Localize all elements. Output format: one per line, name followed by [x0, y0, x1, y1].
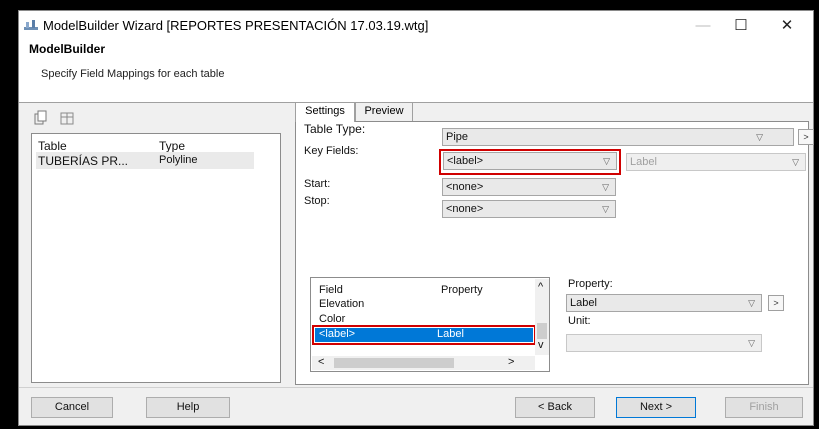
key-fields-property-combo[interactable]: Label ▽ — [626, 153, 806, 171]
chevron-down-icon: ▽ — [748, 298, 755, 308]
chevron-down-icon: ▽ — [748, 338, 755, 348]
list-item[interactable]: Elevation — [319, 298, 364, 310]
bottom-divider — [19, 387, 813, 388]
next-button[interactable]: Next > — [616, 397, 696, 418]
vertical-scrollbar[interactable]: ^ v — [535, 279, 549, 355]
table-name-cell: TUBERÍAS PR... — [38, 154, 129, 168]
scroll-up-button[interactable]: ^ — [538, 281, 543, 293]
wizard-window: ModelBuilder Wizard [REPORTES PRESENTACI… — [18, 10, 814, 426]
unit-label: Unit: — [568, 315, 591, 327]
table-type-label: Table Type: — [304, 122, 366, 136]
header-title: ModelBuilder — [29, 42, 106, 56]
scroll-left-button[interactable]: < — [318, 356, 324, 368]
horizontal-scroll-thumb[interactable] — [334, 358, 454, 368]
chevron-down-icon: ▽ — [756, 132, 763, 142]
minimize-button[interactable]: — — [683, 15, 723, 37]
chevron-down-icon: ▽ — [792, 157, 799, 167]
chevron-down-icon: ▽ — [602, 204, 609, 214]
table-row[interactable]: TUBERÍAS PR... Polyline — [36, 152, 254, 169]
table-type-more-button[interactable]: > — [798, 129, 814, 145]
stop-combo[interactable]: <none> ▽ — [442, 200, 616, 218]
stop-label: Stop: — [304, 195, 330, 207]
column-header-field[interactable]: Field — [319, 284, 343, 296]
close-button[interactable]: ✕ — [767, 15, 807, 37]
tables-list[interactable]: Table Type TUBERÍAS PR... Polyline — [31, 133, 281, 383]
start-value: <none> — [446, 181, 484, 193]
table-type-cell: Polyline — [159, 154, 198, 166]
wizard-header: ModelBuilder Specify Field Mappings for … — [19, 41, 813, 103]
vertical-scroll-thumb[interactable] — [537, 323, 547, 339]
chevron-down-icon: ▽ — [603, 156, 610, 166]
back-button[interactable]: < Back — [515, 397, 595, 418]
property-combo[interactable]: Label ▽ — [566, 294, 762, 312]
property-more-button[interactable]: > — [768, 295, 784, 311]
start-combo[interactable]: <none> ▽ — [442, 178, 616, 196]
tab-settings[interactable]: Settings — [295, 102, 355, 122]
scroll-right-button[interactable]: > — [508, 356, 514, 368]
list-item[interactable]: Color — [319, 313, 345, 325]
tab-preview[interactable]: Preview — [355, 102, 413, 121]
header-subtitle: Specify Field Mappings for each table — [41, 68, 225, 80]
scroll-down-button[interactable]: v — [538, 339, 544, 351]
copy-icon[interactable] — [33, 110, 49, 126]
help-button[interactable]: Help — [146, 397, 230, 418]
column-header-type[interactable]: Type — [159, 139, 185, 153]
column-header-table[interactable]: Table — [38, 139, 67, 153]
key-fields-combo[interactable]: <label> ▽ — [443, 152, 617, 170]
key-fields-property-value: Label — [630, 156, 657, 168]
table-type-value: Pipe — [446, 131, 469, 143]
stop-value: <none> — [446, 203, 484, 215]
settings-panel: Table Type: Pipe ▽ > Key Fields: <label>… — [295, 121, 814, 385]
app-icon — [23, 18, 39, 34]
maximize-button[interactable]: ☐ — [721, 15, 761, 37]
column-header-property[interactable]: Property — [441, 284, 483, 296]
table-icon[interactable] — [59, 110, 75, 126]
property-value: Label — [570, 297, 597, 309]
horizontal-scrollbar[interactable]: < > — [312, 356, 535, 370]
key-fields-value: <label> — [447, 155, 484, 167]
selected-row-highlight — [312, 325, 536, 345]
property-label: Property: — [568, 278, 613, 290]
window-title: ModelBuilder Wizard [REPORTES PRESENTACI… — [43, 18, 429, 33]
chevron-down-icon: ▽ — [602, 182, 609, 192]
table-type-combo[interactable]: Pipe ▽ — [442, 128, 794, 146]
title-bar: ModelBuilder Wizard [REPORTES PRESENTACI… — [19, 11, 813, 41]
finish-button[interactable]: Finish — [725, 397, 803, 418]
unit-combo[interactable]: ▽ — [566, 334, 762, 352]
key-fields-label: Key Fields: — [304, 145, 359, 157]
start-label: Start: — [304, 178, 331, 190]
field-mapping-list[interactable]: Field Property Elevation Color <label> L… — [310, 277, 550, 372]
cancel-button[interactable]: Cancel — [31, 397, 113, 418]
